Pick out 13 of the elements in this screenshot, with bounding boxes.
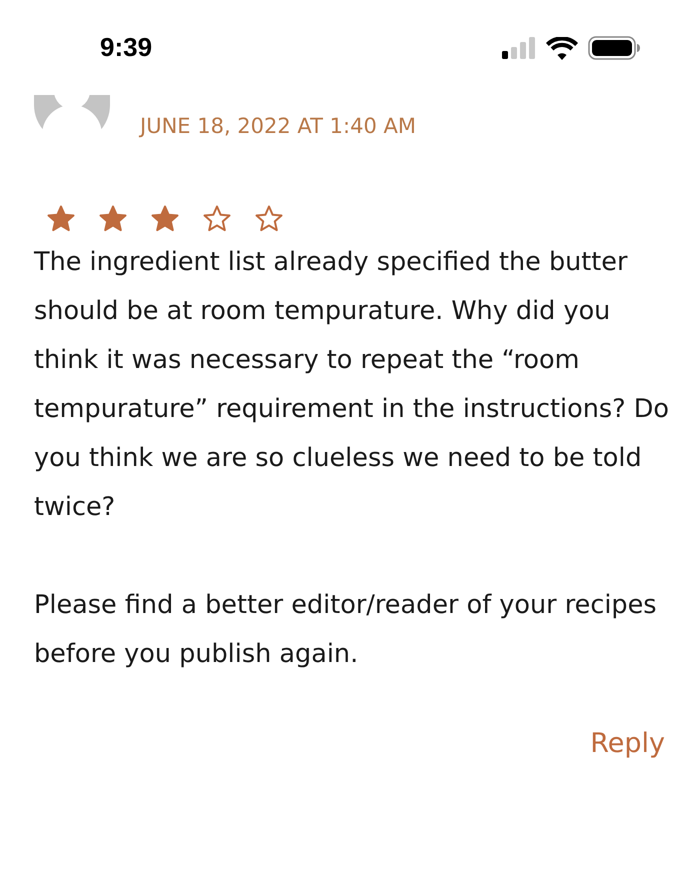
filled-star-icon <box>99 205 127 232</box>
filled-star-icon <box>151 205 179 232</box>
filled-star-icon <box>47 205 75 232</box>
comment-text: The ingredient list already specified the butter should be at room tempurature. Why did you think it was necessary to repeat the “room tempurature” requirement in the instructions? Do you think we are so clueless we need to be told twice? <box>34 246 670 524</box>
comment-date: JUNE 18, 2022 AT 1:40 AM <box>140 114 416 138</box>
wifi-icon <box>546 36 578 60</box>
battery-icon <box>588 36 640 60</box>
reply-link[interactable]: Reply <box>590 728 665 759</box>
empty-star-icon <box>203 205 231 232</box>
comment-text: Please find a better editor/reader of your recipes before you publish again. <box>34 589 658 671</box>
clock-time: 9:39 <box>100 32 152 63</box>
signal-icon <box>502 37 536 59</box>
empty-star-icon <box>255 205 283 232</box>
